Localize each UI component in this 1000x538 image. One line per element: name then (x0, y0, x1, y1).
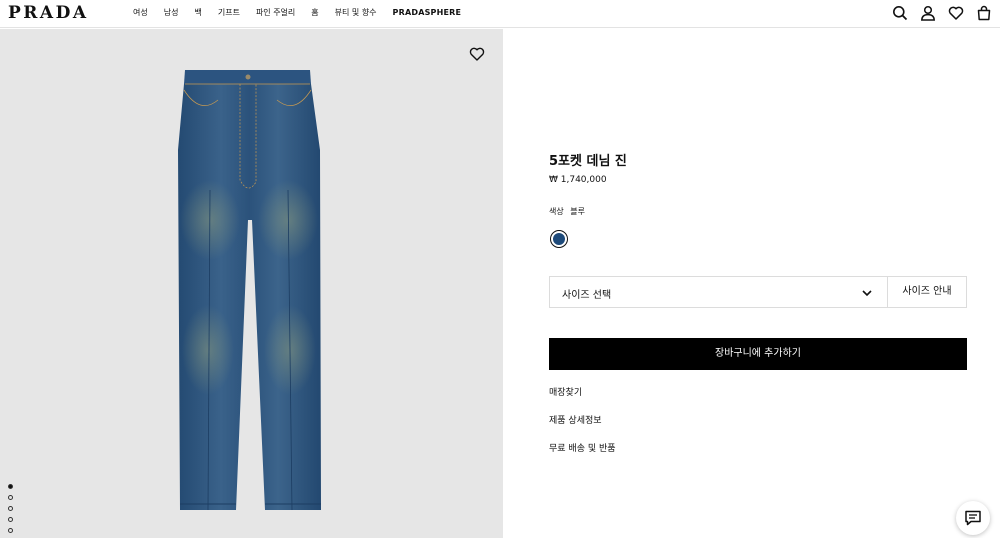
nav-item-men[interactable]: 남성 (164, 8, 179, 17)
product-details-link[interactable]: 제품 상세정보 (549, 413, 602, 426)
product-image-jeans (178, 70, 321, 511)
bag-icon[interactable] (976, 5, 992, 21)
swatch-fill (553, 233, 565, 245)
color-label: 색상 (549, 207, 564, 216)
shipping-returns-link[interactable]: 무료 배송 및 반품 (549, 441, 616, 454)
header-icons (892, 5, 992, 21)
nav-item-bags[interactable]: 백 (194, 8, 201, 17)
prada-logo[interactable]: PRADA (8, 3, 89, 23)
nav-item-beauty[interactable]: 뷰티 및 향수 (335, 8, 377, 17)
heart-icon[interactable] (469, 46, 485, 62)
chevron-down-icon (862, 290, 872, 297)
product-title: 5포켓 데님 진 (549, 154, 627, 169)
gallery-dot[interactable] (8, 506, 13, 511)
wishlist-icon[interactable] (948, 5, 964, 21)
gallery-dot[interactable] (8, 495, 13, 500)
nav-item-home[interactable]: 홈 (311, 8, 318, 17)
gallery-dot[interactable] (8, 528, 13, 533)
gallery-dot[interactable] (8, 484, 13, 489)
nav-item-women[interactable]: 여성 (133, 8, 148, 17)
size-select-label: 사이즈 선택 (562, 290, 612, 301)
color-info: 색상 블루 (549, 206, 585, 217)
search-icon[interactable] (892, 5, 908, 21)
product-price: ₩ 1,740,000 (549, 175, 607, 185)
nav-item-pradasphere[interactable]: PRADASPHERE (393, 8, 462, 17)
product-image-gallery[interactable] (0, 29, 503, 538)
color-value: 블루 (570, 207, 586, 216)
size-guide-button[interactable]: 사이즈 안내 (887, 276, 967, 308)
gallery-dot[interactable] (8, 517, 13, 522)
nav-item-fine-jewelry[interactable]: 파인 주얼리 (256, 8, 295, 17)
gallery-dots (8, 484, 13, 538)
account-icon[interactable] (920, 5, 936, 21)
color-swatch-blue[interactable] (550, 230, 568, 248)
store-locator-link[interactable]: 매장찾기 (549, 385, 582, 398)
main-nav: 여성 남성 백 기프트 파인 주얼리 홈 뷰티 및 향수 PRADASPHERE (133, 8, 477, 17)
add-to-cart-button[interactable]: 장바구니에 추가하기 (549, 338, 967, 370)
chat-button[interactable] (956, 501, 990, 535)
site-header: PRADA 여성 남성 백 기프트 파인 주얼리 홈 뷰티 및 향수 PRADA… (0, 0, 1000, 28)
size-select-dropdown[interactable]: 사이즈 선택 (549, 276, 888, 308)
nav-item-gifts[interactable]: 기프트 (218, 8, 240, 17)
chat-icon (965, 510, 981, 526)
